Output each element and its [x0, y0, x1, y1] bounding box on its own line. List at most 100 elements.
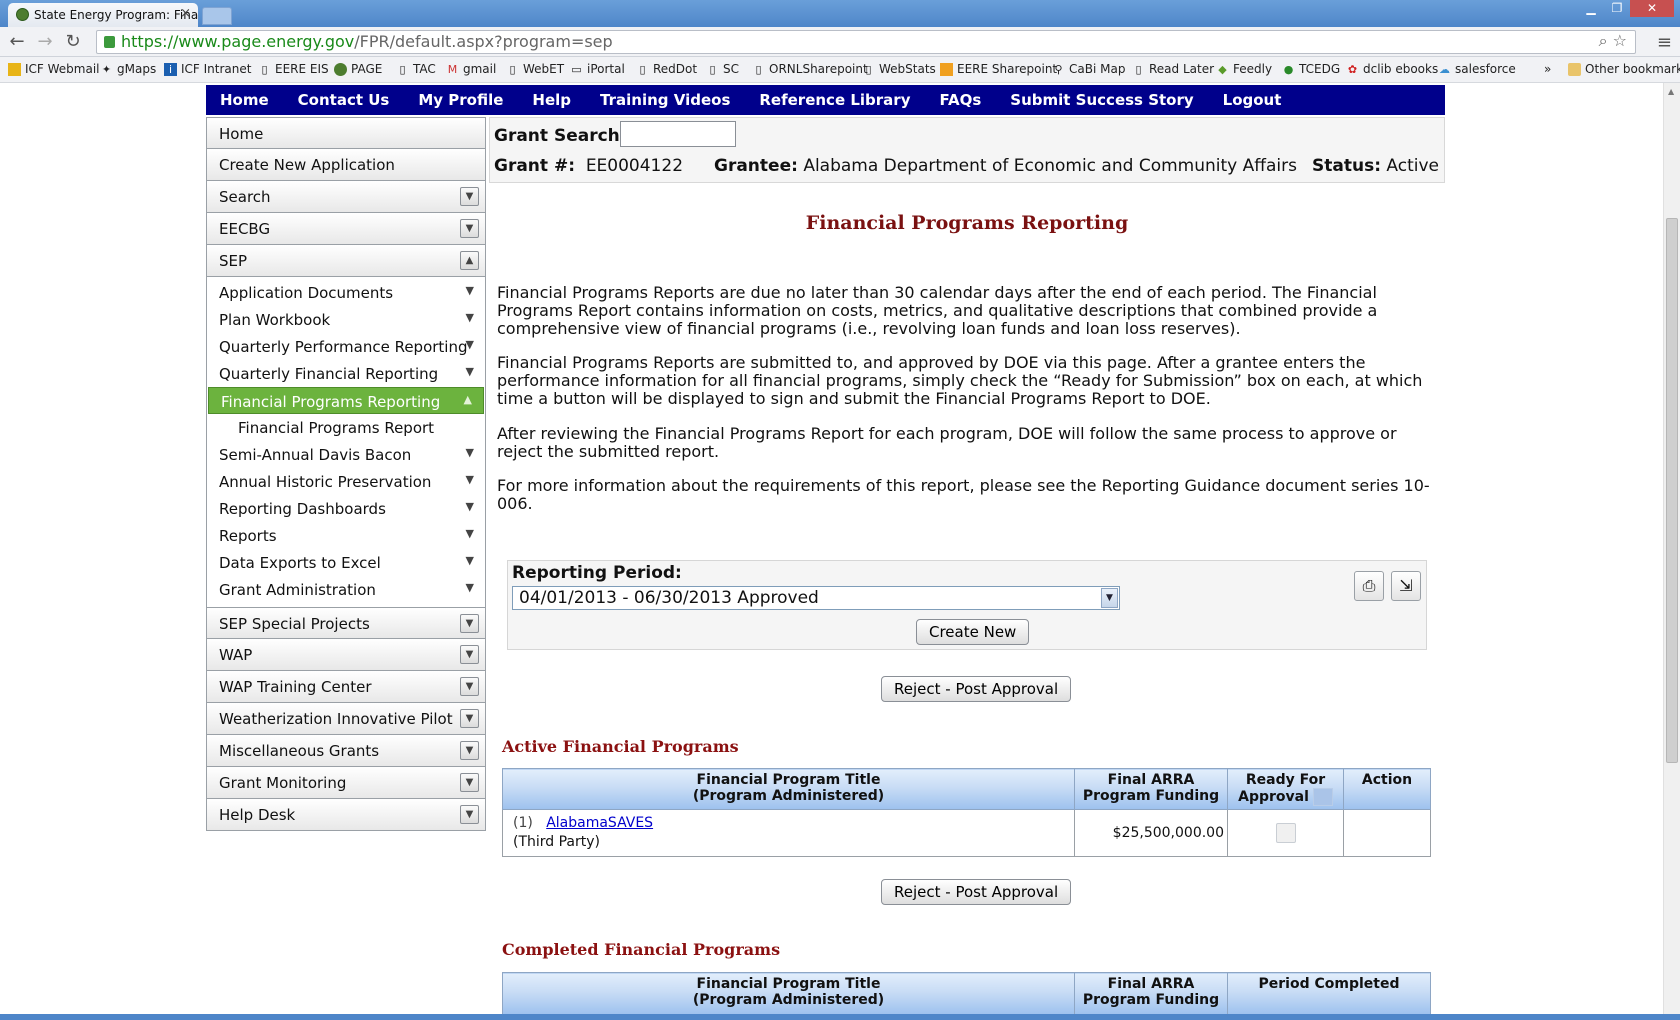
back-icon[interactable]: ←	[6, 31, 28, 53]
minimize-icon[interactable]: ▁	[1578, 0, 1604, 17]
sidebar-group[interactable]: Weatherization Innovative Pilot ▼	[206, 703, 486, 735]
nav-my-profile[interactable]: My Profile	[418, 91, 503, 109]
collapse-chevron-icon[interactable]: ▲	[460, 251, 479, 270]
sidebar-subitem[interactable]: Reports ▼	[207, 522, 485, 549]
bookmark-item[interactable]: Mgmail	[446, 62, 497, 76]
sidebar-item-create-new-application[interactable]: Create New Application	[206, 149, 486, 181]
bookmark-item[interactable]: ▯ TAC	[396, 62, 435, 76]
sidebar-group-search[interactable]: Search ▼	[206, 181, 486, 213]
bookmark-item[interactable]: ▯ WebET	[506, 62, 564, 76]
expand-chevron-icon[interactable]: ▼	[460, 773, 479, 792]
sidebar-subitem[interactable]: Financial Programs Report	[207, 414, 485, 441]
sidebar-subitem[interactable]: Quarterly Performance Reporting ▼	[207, 333, 485, 360]
chevron-down-icon[interactable]: ▼	[466, 365, 474, 378]
zoom-icon[interactable]: ⌕	[1599, 31, 1608, 50]
bookmark-item[interactable]: i ICF Intranet	[164, 62, 251, 76]
other-bookmarks[interactable]: Other bookmarks	[1568, 62, 1680, 76]
bookmark-item[interactable]: ▯ ORNLSharepoint	[752, 62, 867, 76]
sidebar-subitem[interactable]: Financial Programs Reporting ▲	[208, 387, 484, 414]
scroll-up-icon[interactable]: ▲	[1668, 87, 1674, 96]
ready-for-approval-checkbox[interactable]	[1275, 823, 1296, 843]
chevron-down-icon[interactable]: ▼	[466, 554, 474, 567]
bookmark-item[interactable]: ▯ Read Later	[1132, 62, 1214, 76]
sidebar-subitem[interactable]: Application Documents ▼	[207, 279, 485, 306]
sidebar-group-eecbg[interactable]: EECBG ▼	[206, 213, 486, 245]
expand-chevron-icon[interactable]: ▼	[460, 187, 479, 206]
reporting-period-select[interactable]: 04/01/2013 - 06/30/2013 Approved ▼	[512, 586, 1120, 610]
bookmark-item[interactable]: ▭ iPortal	[570, 62, 625, 76]
bookmark-item[interactable]: ◆ Feedly	[1216, 62, 1272, 76]
chevron-up-icon[interactable]: ▲	[464, 393, 472, 406]
nav-home[interactable]: Home	[220, 91, 269, 109]
window-close-icon[interactable]: ✕	[1630, 0, 1674, 17]
nav-submit-success-story[interactable]: Submit Success Story	[1010, 91, 1193, 109]
bookmark-item[interactable]: ⚲ CaBi Map	[1052, 62, 1125, 76]
expand-chevron-icon[interactable]: ▼	[460, 614, 479, 633]
sidebar-group[interactable]: Miscellaneous Grants ▼	[206, 735, 486, 767]
dropdown-arrow-icon[interactable]: ▼	[1101, 588, 1118, 608]
nav-reference-library[interactable]: Reference Library	[759, 91, 910, 109]
nav-faqs[interactable]: FAQs	[939, 91, 981, 109]
sidebar-subitem[interactable]: Reporting Dashboards ▼	[207, 495, 485, 522]
forward-icon[interactable]: →	[34, 31, 56, 53]
program-link[interactable]: AlabamaSAVES	[546, 815, 653, 831]
expand-chevron-icon[interactable]: ▼	[460, 645, 479, 664]
bookmark-item[interactable]: ☁ salesforce	[1438, 62, 1516, 76]
sidebar-subitem[interactable]: Semi-Annual Davis Bacon ▼	[207, 441, 485, 468]
reload-icon[interactable]: ↻	[62, 31, 84, 53]
sidebar-group-sep[interactable]: SEP ▲	[206, 245, 486, 277]
select-all-checkbox[interactable]	[1312, 788, 1333, 806]
new-tab-button[interactable]	[202, 7, 232, 25]
chevron-down-icon[interactable]: ▼	[466, 527, 474, 540]
sidebar-subitem[interactable]: Plan Workbook ▼	[207, 306, 485, 333]
sidebar-subitem[interactable]: Annual Historic Preservation ▼	[207, 468, 485, 495]
restore-icon[interactable]: ❐	[1604, 0, 1630, 17]
sidebar-subitem[interactable]: Data Exports to Excel ▼	[207, 549, 485, 576]
export-icon[interactable]: ⇲	[1391, 571, 1421, 601]
grant-search-input[interactable]	[620, 121, 736, 147]
bookmark-item[interactable]: ✿ dclib ebooks	[1346, 62, 1438, 76]
nav-help[interactable]: Help	[532, 91, 571, 109]
expand-chevron-icon[interactable]: ▼	[460, 219, 479, 238]
bookmark-item[interactable]: ● TCEDG	[1282, 62, 1340, 76]
bookmark-item[interactable]: ▯ SC	[706, 62, 739, 76]
chevron-down-icon[interactable]: ▼	[466, 500, 474, 513]
chevron-down-icon[interactable]: ▼	[466, 473, 474, 486]
browser-tab[interactable]: State Energy Program: Finar ×	[8, 3, 198, 27]
sidebar-group[interactable]: Help Desk ▼	[206, 799, 486, 831]
create-new-button[interactable]: Create New	[916, 619, 1030, 645]
print-icon[interactable]: ⎙	[1354, 571, 1384, 601]
tab-close-icon[interactable]: ×	[180, 6, 191, 21]
nav-logout[interactable]: Logout	[1223, 91, 1282, 109]
sidebar-group[interactable]: SEP Special Projects ▼	[206, 607, 486, 639]
expand-chevron-icon[interactable]: ▼	[460, 741, 479, 760]
reject-post-approval-button[interactable]: Reject - Post Approval	[881, 676, 1072, 702]
bookmark-item[interactable]: EERE Sharepoint	[940, 62, 1057, 76]
chevron-down-icon[interactable]: ▼	[466, 446, 474, 459]
page-scrollbar[interactable]: ▲	[1663, 83, 1680, 1020]
chevron-down-icon[interactable]: ▼	[466, 581, 474, 594]
sidebar-group[interactable]: WAP ▼	[206, 639, 486, 671]
expand-chevron-icon[interactable]: ▼	[460, 709, 479, 728]
bookmark-item[interactable]: PAGE	[334, 62, 382, 76]
sidebar-group[interactable]: WAP Training Center ▼	[206, 671, 486, 703]
bookmarks-overflow[interactable]: »	[1544, 62, 1551, 76]
sidebar-subitem[interactable]: Grant Administration ▼	[207, 576, 485, 603]
expand-chevron-icon[interactable]: ▼	[460, 677, 479, 696]
chevron-down-icon[interactable]: ▼	[466, 311, 474, 324]
bookmark-item[interactable]: ICF Webmail	[8, 62, 100, 76]
chevron-down-icon[interactable]: ▼	[466, 284, 474, 297]
sidebar-item-home[interactable]: Home	[206, 117, 486, 149]
sidebar-group[interactable]: Grant Monitoring ▼	[206, 767, 486, 799]
nav-training-videos[interactable]: Training Videos	[600, 91, 730, 109]
bookmark-item[interactable]: ✦ gMaps	[100, 62, 156, 76]
browser-menu-icon[interactable]: ≡	[1657, 32, 1672, 53]
bookmark-item[interactable]: ▯ WebStats	[862, 62, 935, 76]
bookmark-item[interactable]: ▯ RedDot	[636, 62, 697, 76]
nav-contact-us[interactable]: Contact Us	[298, 91, 390, 109]
chevron-down-icon[interactable]: ▼	[466, 338, 474, 351]
bookmark-star-icon[interactable]: ☆	[1613, 31, 1627, 50]
address-bar[interactable]: https://www.page.energy.gov/FPR/default.…	[96, 30, 1636, 54]
sidebar-subitem[interactable]: Quarterly Financial Reporting ▼	[207, 360, 485, 387]
reject-post-approval-button[interactable]: Reject - Post Approval	[881, 879, 1072, 905]
